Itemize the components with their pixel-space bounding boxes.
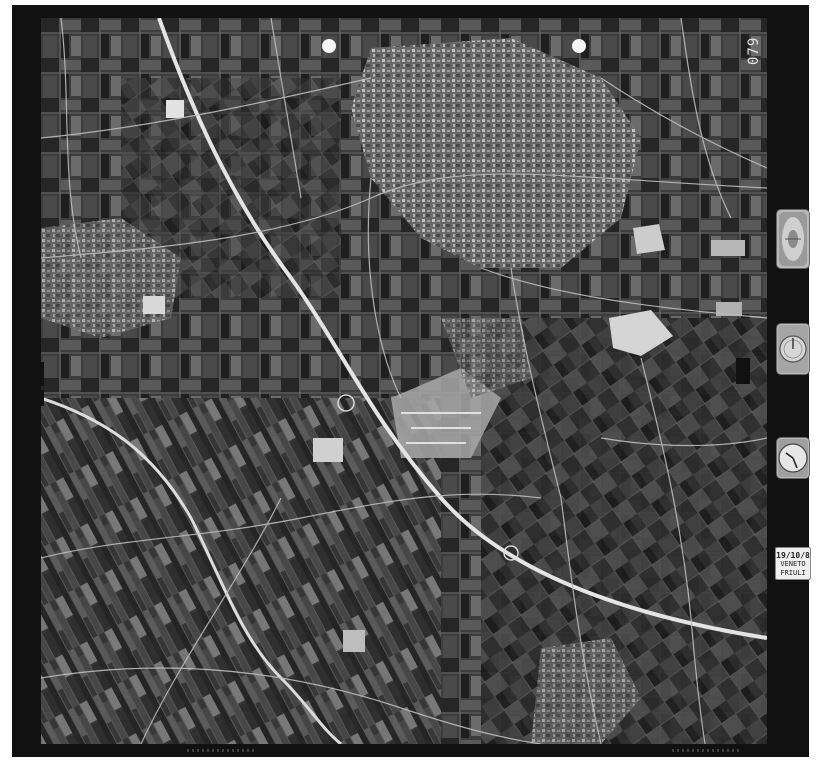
level-bubble-icon [776, 209, 810, 269]
film-frame-border: 079 [12, 5, 809, 757]
aerial-photograph [41, 18, 767, 744]
bottom-scale-left [187, 749, 257, 752]
frame-number: 079 [746, 36, 762, 66]
region-line-1: VENETO [780, 560, 806, 568]
left-notch-1 [30, 362, 44, 386]
clock-icon [776, 437, 810, 479]
photo-date: 19/10/8 [776, 551, 810, 560]
aerial-terrain [41, 18, 767, 744]
bottom-scale-right [672, 749, 742, 752]
region-line-2: FRIULI [780, 569, 806, 577]
photo-data-card: 19/10/8 VENETO FRIULI [775, 547, 811, 580]
left-notch-2 [30, 390, 44, 406]
right-notch-1 [736, 358, 750, 384]
altimeter-icon [776, 323, 810, 375]
